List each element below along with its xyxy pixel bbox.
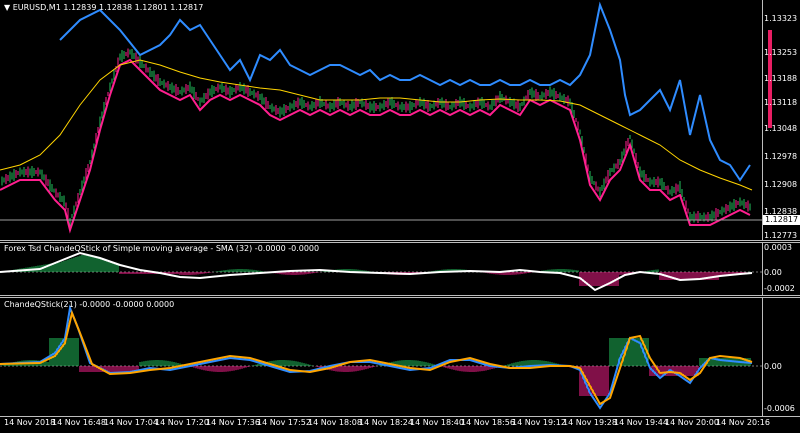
price-tick: 1.13253 [764,48,798,57]
time-label: 14 Nov 17:20 [155,418,209,427]
blue-signal-line [0,304,753,410]
time-label: 14 Nov 19:12 [512,418,566,427]
indicator-1-title: Forex Tsd ChandeQStick of Simple moving … [4,244,320,253]
time-label: 14 Nov 17:36 [206,418,260,427]
time-label: 14 Nov 17:04 [104,418,158,427]
histogram-1 [1,254,751,286]
time-label: 14 Nov 16:48 [52,418,106,427]
price-tick: 1.13118 [764,98,798,107]
current-price-box: 1.12817 [763,215,800,225]
time-label: 14 Nov 2018 [4,418,56,427]
symbol-header: ▼ EURUSD,M1 1.12839 1.12838 1.12801 1.12… [4,3,203,12]
indicator-2-title: ChandeQStick(21) -0.0000 -0.0000 0.0000 [4,300,175,309]
axis-tick: -0.0006 [764,404,795,413]
price-tick: 1.13323 [764,14,798,23]
time-label: 14 Nov 18:08 [308,418,362,427]
ohlc-values: 1.12839 1.12838 1.12801 1.12817 [63,3,204,12]
histogram-2 [1,338,751,396]
axis-tick: 0.00 [764,362,782,371]
chevron-down-icon[interactable]: ▼ [4,3,10,12]
price-tick: 1.12978 [764,152,798,161]
price-tick: 1.13048 [764,124,798,133]
orange-signal-line [0,309,753,406]
sma-line [0,59,753,191]
indicator-2-axis[interactable] [762,298,800,416]
price-tick: 1.12908 [764,180,798,189]
time-label: 14 Nov 18:56 [461,418,515,427]
indicator-pane-2[interactable]: ChandeQStick(21) -0.0000 -0.0000 0.0000 … [0,298,800,416]
time-label: 14 Nov 17:52 [257,418,311,427]
time-label: 14 Nov 19:28 [563,418,617,427]
price-tick: 1.12773 [764,231,798,240]
time-label: 14 Nov 20:16 [716,418,770,427]
time-label: 14 Nov 19:44 [614,418,668,427]
price-pane[interactable]: ▼ EURUSD,M1 1.12839 1.12838 1.12801 1.12… [0,0,800,240]
price-chart[interactable] [0,0,762,240]
axis-tick: -0.0002 [764,284,795,293]
axis-tick: 0.00 [764,268,782,277]
time-label: 14 Nov 18:24 [359,418,413,427]
axis-tick: 0.0003 [764,243,792,252]
indicator-2-chart[interactable] [0,298,762,416]
time-label: 14 Nov 18:40 [410,418,464,427]
price-tick: 1.13188 [764,74,798,83]
indicator-pane-1[interactable]: Forex Tsd ChandeQStick of Simple moving … [0,243,800,295]
symbol-label: EURUSD,M1 [12,3,61,12]
time-label: 14 Nov 20:00 [665,418,719,427]
lower-band-line [0,58,751,234]
